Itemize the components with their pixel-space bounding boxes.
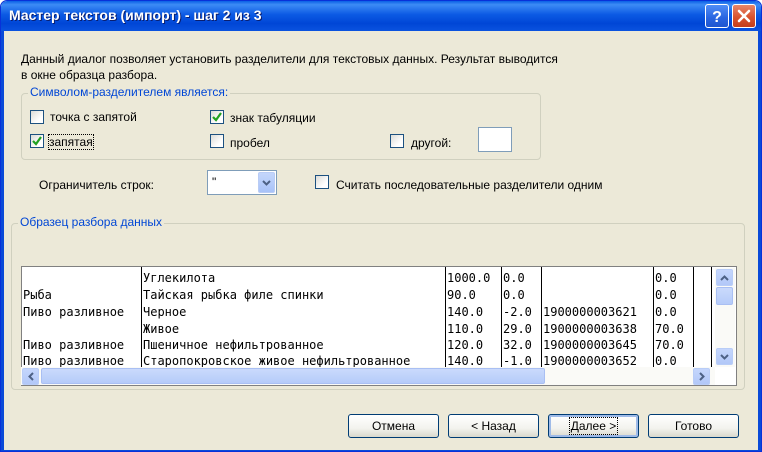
window-frame-right xyxy=(758,31,761,451)
preview-group-legend: Образец разбора данных xyxy=(18,215,165,229)
checkmark-icon xyxy=(212,112,222,122)
chevron-left-icon xyxy=(27,372,34,381)
preview-cell: 120.0 xyxy=(447,338,484,352)
semicolon-checkbox[interactable] xyxy=(30,110,44,124)
preview-cell: 70.0 xyxy=(655,338,684,352)
horizontal-scroll-thumb[interactable] xyxy=(41,368,545,384)
dropdown-button[interactable] xyxy=(258,172,275,193)
description-line-2: в окне образца разбора. xyxy=(21,68,158,82)
preview-cell: 32.0 xyxy=(503,338,532,352)
preview-cell: 1000.0 xyxy=(447,271,491,285)
tab-checkbox[interactable] xyxy=(210,110,224,124)
preview-cell: Пиво разливное xyxy=(23,338,125,352)
preview-cell: 90.0 xyxy=(447,288,476,302)
description-line-1: Данный диалог позволяет установить разде… xyxy=(21,52,558,66)
delimiters-group: Символом-разделителем является: xyxy=(21,85,541,160)
preview-cell: 70.0 xyxy=(655,322,684,336)
preview-cell: 0.0 xyxy=(503,288,525,302)
text-qualifier-label: Ограничитель строк: xyxy=(39,178,154,192)
preview-cell: 1900000003645 xyxy=(543,338,637,352)
other-delimiter-input[interactable] xyxy=(478,127,512,152)
help-button[interactable]: ? xyxy=(705,4,729,28)
vertical-scrollbar[interactable] xyxy=(715,268,735,367)
space-checkbox[interactable] xyxy=(210,134,224,148)
next-button[interactable]: Далее > xyxy=(548,414,639,438)
scroll-up-button[interactable] xyxy=(716,269,733,286)
dialog-description: Данный диалог позволяет установить разде… xyxy=(21,51,641,83)
close-x-icon xyxy=(737,9,751,23)
other-label: другой: xyxy=(411,136,452,150)
chevron-down-icon xyxy=(262,179,271,186)
question-mark-icon: ? xyxy=(712,9,722,24)
semicolon-label: точка с запятой xyxy=(50,110,137,124)
next-button-label: Далее > xyxy=(568,417,619,435)
finish-button[interactable]: Готово xyxy=(648,414,739,438)
vertical-scroll-thumb[interactable] xyxy=(716,287,733,305)
delimiters-group-legend: Символом-разделителем является: xyxy=(28,85,231,99)
preview-cell: Углекилота xyxy=(143,271,216,285)
back-button-label: < Назад xyxy=(471,419,516,433)
horizontal-scrollbar[interactable] xyxy=(21,367,715,385)
chevron-right-icon xyxy=(698,372,705,381)
scroll-down-button[interactable] xyxy=(716,348,733,365)
preview-cell: Пшеничное нефильтрованное xyxy=(143,338,324,352)
consecutive-delimiters-checkbox[interactable] xyxy=(315,175,329,189)
preview-cell: 0.0 xyxy=(655,271,677,285)
preview-cell: Тайская рыбка филе спинки xyxy=(143,288,324,302)
finish-button-label: Готово xyxy=(674,419,713,433)
preview-cell: 0.0 xyxy=(655,288,677,302)
title-bar: Мастер текстов (импорт) - шаг 2 из 3 ? xyxy=(1,1,761,31)
preview-cell: -2.0 xyxy=(503,305,532,319)
space-label: пробел xyxy=(230,136,270,150)
cancel-button[interactable]: Отмена xyxy=(348,414,439,438)
scroll-left-button[interactable] xyxy=(22,368,39,385)
consecutive-delimiters-label: Считать последовательные разделители одн… xyxy=(336,178,603,192)
preview-cell: 1900000003621 xyxy=(543,305,637,319)
tab-label: знак табуляции xyxy=(230,111,316,125)
preview-cell: 110.0 xyxy=(447,322,484,336)
other-checkbox[interactable] xyxy=(390,134,404,148)
close-button[interactable] xyxy=(732,4,756,28)
preview-cell: 140.0 xyxy=(447,305,484,319)
text-qualifier-value: " xyxy=(212,175,217,189)
preview-cell: Черное xyxy=(143,305,187,319)
svg-text:?: ? xyxy=(712,9,722,24)
preview-cell: Пиво разливное xyxy=(23,305,125,319)
window-frame-left xyxy=(1,31,4,451)
chevron-up-icon xyxy=(720,274,729,281)
preview-cell: 0.0 xyxy=(655,305,677,319)
checkmark-icon xyxy=(32,136,42,146)
comma-checkbox[interactable] xyxy=(30,134,44,148)
chevron-down-icon xyxy=(720,353,729,360)
comma-label: запятая xyxy=(48,134,94,150)
window-title: Мастер текстов (импорт) - шаг 2 из 3 xyxy=(9,7,262,23)
preview-cell: Живое xyxy=(143,322,180,336)
preview-cell: 0.0 xyxy=(503,271,525,285)
text-qualifier-select[interactable]: " xyxy=(207,170,277,195)
preview-cell: 1900000003638 xyxy=(543,322,637,336)
text-import-wizard-dialog: Мастер текстов (импорт) - шаг 2 из 3 ? Д… xyxy=(0,0,762,452)
preview-cell: 29.0 xyxy=(503,322,532,336)
preview-cell: Рыба xyxy=(23,288,52,302)
scroll-right-button[interactable] xyxy=(693,368,710,385)
cancel-button-label: Отмена xyxy=(371,419,416,433)
back-button[interactable]: < Назад xyxy=(448,414,539,438)
